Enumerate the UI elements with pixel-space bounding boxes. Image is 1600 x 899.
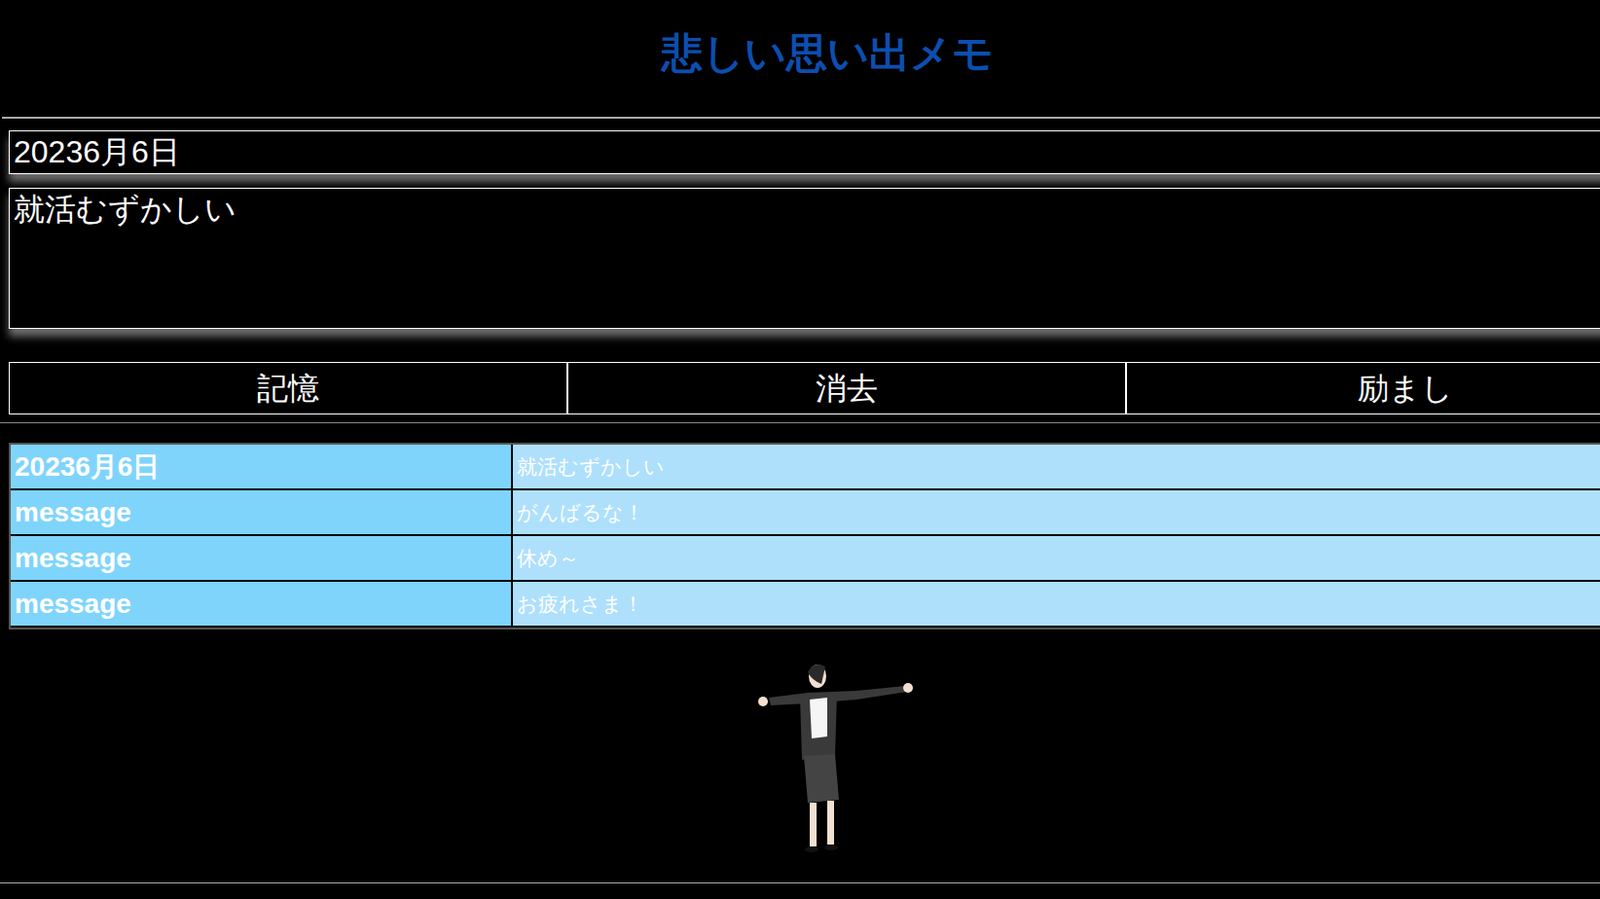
- table-row: messageお疲れさま！: [10, 581, 1600, 628]
- woman-figure-icon: [749, 658, 915, 864]
- divider: [1, 116, 1600, 119]
- row-label: message: [10, 536, 513, 581]
- memo-textarea[interactable]: 就活むずかしい: [8, 187, 1600, 329]
- row-label: 20236月6日: [10, 444, 513, 489]
- row-text: 休め～: [512, 536, 1600, 581]
- divider: [0, 422, 1600, 424]
- page: 悲しい思い出メモ20236月6日就活むずかしい記憶消去励まし20236月6日就活…: [0, 0, 1600, 899]
- row-label: message: [10, 581, 513, 626]
- row-text: がんばるな！: [512, 490, 1600, 535]
- action-button[interactable]: 記憶: [8, 362, 568, 415]
- date-input[interactable]: 20236月6日: [8, 130, 1600, 175]
- row-text: 就活むずかしい: [512, 444, 1600, 489]
- row-text: お疲れさま！: [512, 581, 1600, 626]
- table-row: message休め～: [10, 536, 1600, 582]
- page-title: 悲しい思い出メモ: [0, 0, 1600, 117]
- table-row: messageがんばるな！: [10, 490, 1600, 537]
- row-label: message: [10, 490, 513, 535]
- divider: [0, 882, 1600, 884]
- table-row: 20236月6日就活むずかしい: [10, 444, 1600, 491]
- action-button[interactable]: 消去: [567, 362, 1127, 415]
- action-button[interactable]: 励まし: [1126, 362, 1600, 415]
- memo-table: 20236月6日就活むずかしいmessageがんばるな！message休め～me…: [8, 442, 1600, 630]
